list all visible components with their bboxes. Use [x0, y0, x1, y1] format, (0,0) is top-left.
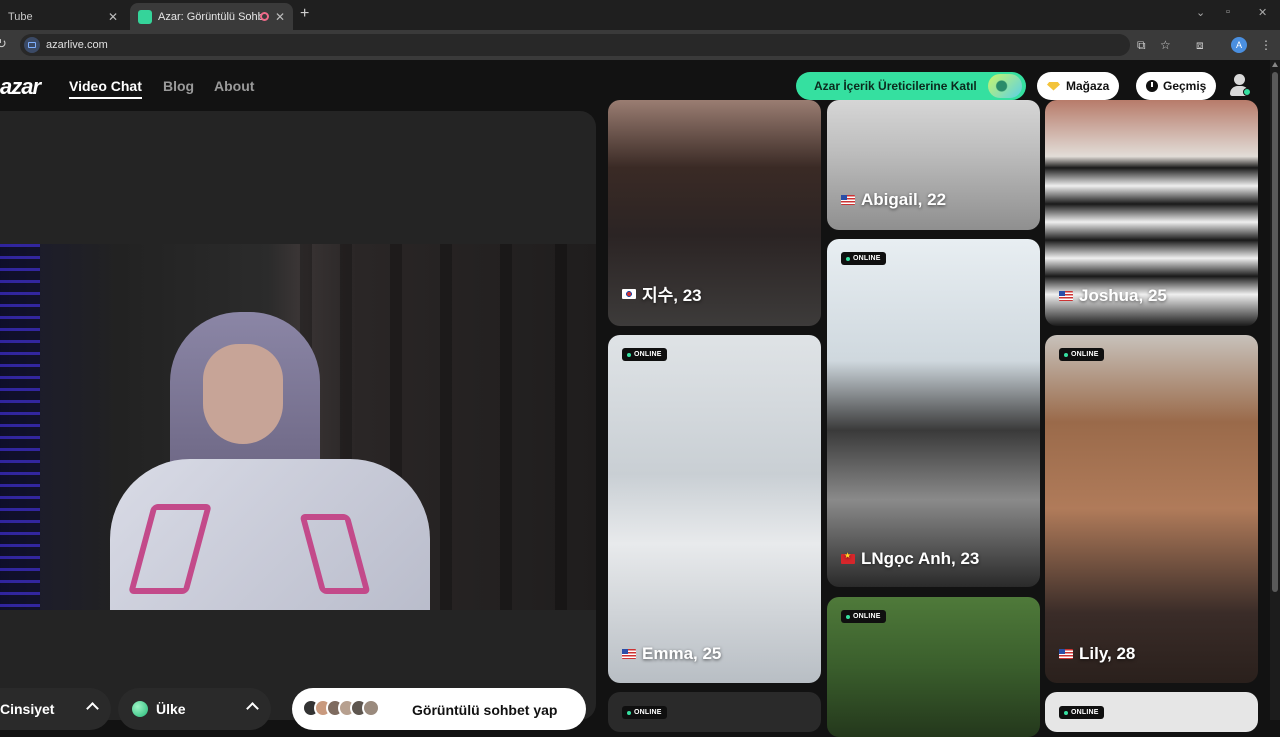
- globe-icon: [132, 701, 148, 717]
- flag-vietnam-icon: [841, 551, 855, 564]
- scroll-up-icon[interactable]: [1272, 62, 1278, 67]
- profile-card[interactable]: ONLINE: [608, 692, 821, 732]
- avatar-stack: [302, 699, 380, 717]
- user-account-icon[interactable]: [1229, 73, 1251, 99]
- flag-usa-icon: [622, 649, 636, 659]
- azar-favicon-icon: [138, 9, 152, 24]
- flag-korea-icon: [622, 288, 636, 299]
- start-video-chat-button[interactable]: Görüntülü sohbet yap: [292, 688, 586, 730]
- shop-label: Mağaza: [1066, 79, 1110, 93]
- tab-title: Tube: [8, 10, 33, 23]
- browser-tab-azar[interactable]: Azar: Görüntülü Sohbet & V ✕: [130, 3, 293, 30]
- azar-logo[interactable]: azar: [0, 74, 41, 100]
- profile-name: Lily, 28: [1059, 644, 1135, 664]
- chevron-up-icon: [246, 702, 259, 715]
- video-panel: [0, 111, 596, 720]
- online-badge: ONLINE: [1059, 348, 1104, 361]
- history-button[interactable]: Geçmiş: [1136, 72, 1217, 100]
- chevron-up-icon: [86, 702, 99, 715]
- close-window-icon[interactable]: ✕: [1258, 6, 1267, 19]
- gem-icon: [1047, 81, 1060, 91]
- profile-card[interactable]: 지수, 23: [608, 100, 821, 326]
- profile-card[interactable]: Joshua, 25: [1045, 100, 1258, 326]
- profile-name: 지수, 23: [622, 281, 702, 306]
- close-icon[interactable]: ✕: [275, 10, 285, 24]
- online-badge: ONLINE: [622, 706, 667, 719]
- recording-icon: [260, 12, 269, 21]
- country-filter-button[interactable]: Ülke: [118, 688, 271, 730]
- browser-toolbar: ↻ azarlive.com ⧉ ☆ ⧈ A ⋮: [0, 30, 1280, 60]
- scrollbar-thumb[interactable]: [1272, 72, 1278, 592]
- flag-usa-icon: [1059, 291, 1073, 301]
- clock-icon: [1146, 80, 1158, 92]
- join-creators-button[interactable]: Azar İçerik Üreticilerine Katıl: [796, 72, 1026, 100]
- video-preview: [0, 244, 596, 610]
- start-video-chat-label: Görüntülü sohbet yap: [412, 702, 558, 718]
- bookmark-star-icon[interactable]: ☆: [1160, 38, 1171, 52]
- online-badge: ONLINE: [841, 610, 886, 623]
- new-tab-icon[interactable]: +: [300, 5, 309, 23]
- install-app-icon[interactable]: ⧉: [1137, 38, 1146, 53]
- profile-card[interactable]: ONLINE: [827, 597, 1040, 737]
- online-badge: ONLINE: [1059, 706, 1104, 719]
- reload-icon[interactable]: ↻: [0, 36, 7, 52]
- browser-tabbar: Tube ✕ Azar: Görüntülü Sohbet & V ✕ + ⌄ …: [0, 0, 1280, 30]
- profile-avatar[interactable]: A: [1231, 37, 1247, 53]
- avatar: [362, 699, 380, 717]
- join-creators-label: Azar İçerik Üreticilerine Katıl: [814, 79, 977, 93]
- site-info-icon[interactable]: [24, 37, 40, 53]
- tab-title: Azar: Görüntülü Sohbet & V: [158, 10, 262, 23]
- profile-name: LNgọc Anh, 23: [841, 549, 979, 569]
- nav-blog[interactable]: Blog: [163, 78, 194, 94]
- gender-filter-label: Cinsiyet: [0, 701, 55, 717]
- profile-name: Joshua, 25: [1059, 286, 1167, 306]
- flag-usa-icon: [1059, 649, 1073, 659]
- address-bar[interactable]: azarlive.com: [20, 34, 1130, 56]
- page-scrollbar[interactable]: [1270, 60, 1280, 720]
- nav-about[interactable]: About: [214, 78, 254, 94]
- history-label: Geçmiş: [1163, 79, 1207, 93]
- profile-card[interactable]: ONLINE Emma, 25: [608, 335, 821, 683]
- shop-button[interactable]: Mağaza: [1037, 72, 1120, 100]
- flag-usa-icon: [841, 195, 855, 205]
- profile-name: Emma, 25: [622, 644, 721, 664]
- url-text: azarlive.com: [46, 39, 108, 51]
- close-icon[interactable]: ✕: [108, 10, 118, 24]
- menu-icon[interactable]: ⋮: [1260, 38, 1272, 52]
- nav-video-chat[interactable]: Video Chat: [69, 78, 142, 99]
- restore-window-icon[interactable]: ▫: [1226, 6, 1230, 18]
- online-badge: ONLINE: [622, 348, 667, 361]
- profile-name: Abigail, 22: [841, 190, 946, 210]
- country-filter-label: Ülke: [156, 701, 186, 717]
- profile-card[interactable]: ONLINE: [1045, 692, 1258, 732]
- profile-card[interactable]: Abigail, 22: [827, 100, 1040, 230]
- profile-card[interactable]: ONLINE Lily, 28: [1045, 335, 1258, 683]
- browser-tab-youtube[interactable]: Tube ✕: [0, 3, 126, 30]
- gender-filter-button[interactable]: Cinsiyet: [0, 688, 111, 730]
- tab-search-icon[interactable]: ⌄: [1196, 6, 1205, 19]
- creator-illustration-icon: [988, 74, 1022, 98]
- profile-card[interactable]: ONLINE LNgọc Anh, 23: [827, 239, 1040, 587]
- extensions-icon[interactable]: ⧈: [1196, 38, 1204, 53]
- online-badge: ONLINE: [841, 252, 886, 265]
